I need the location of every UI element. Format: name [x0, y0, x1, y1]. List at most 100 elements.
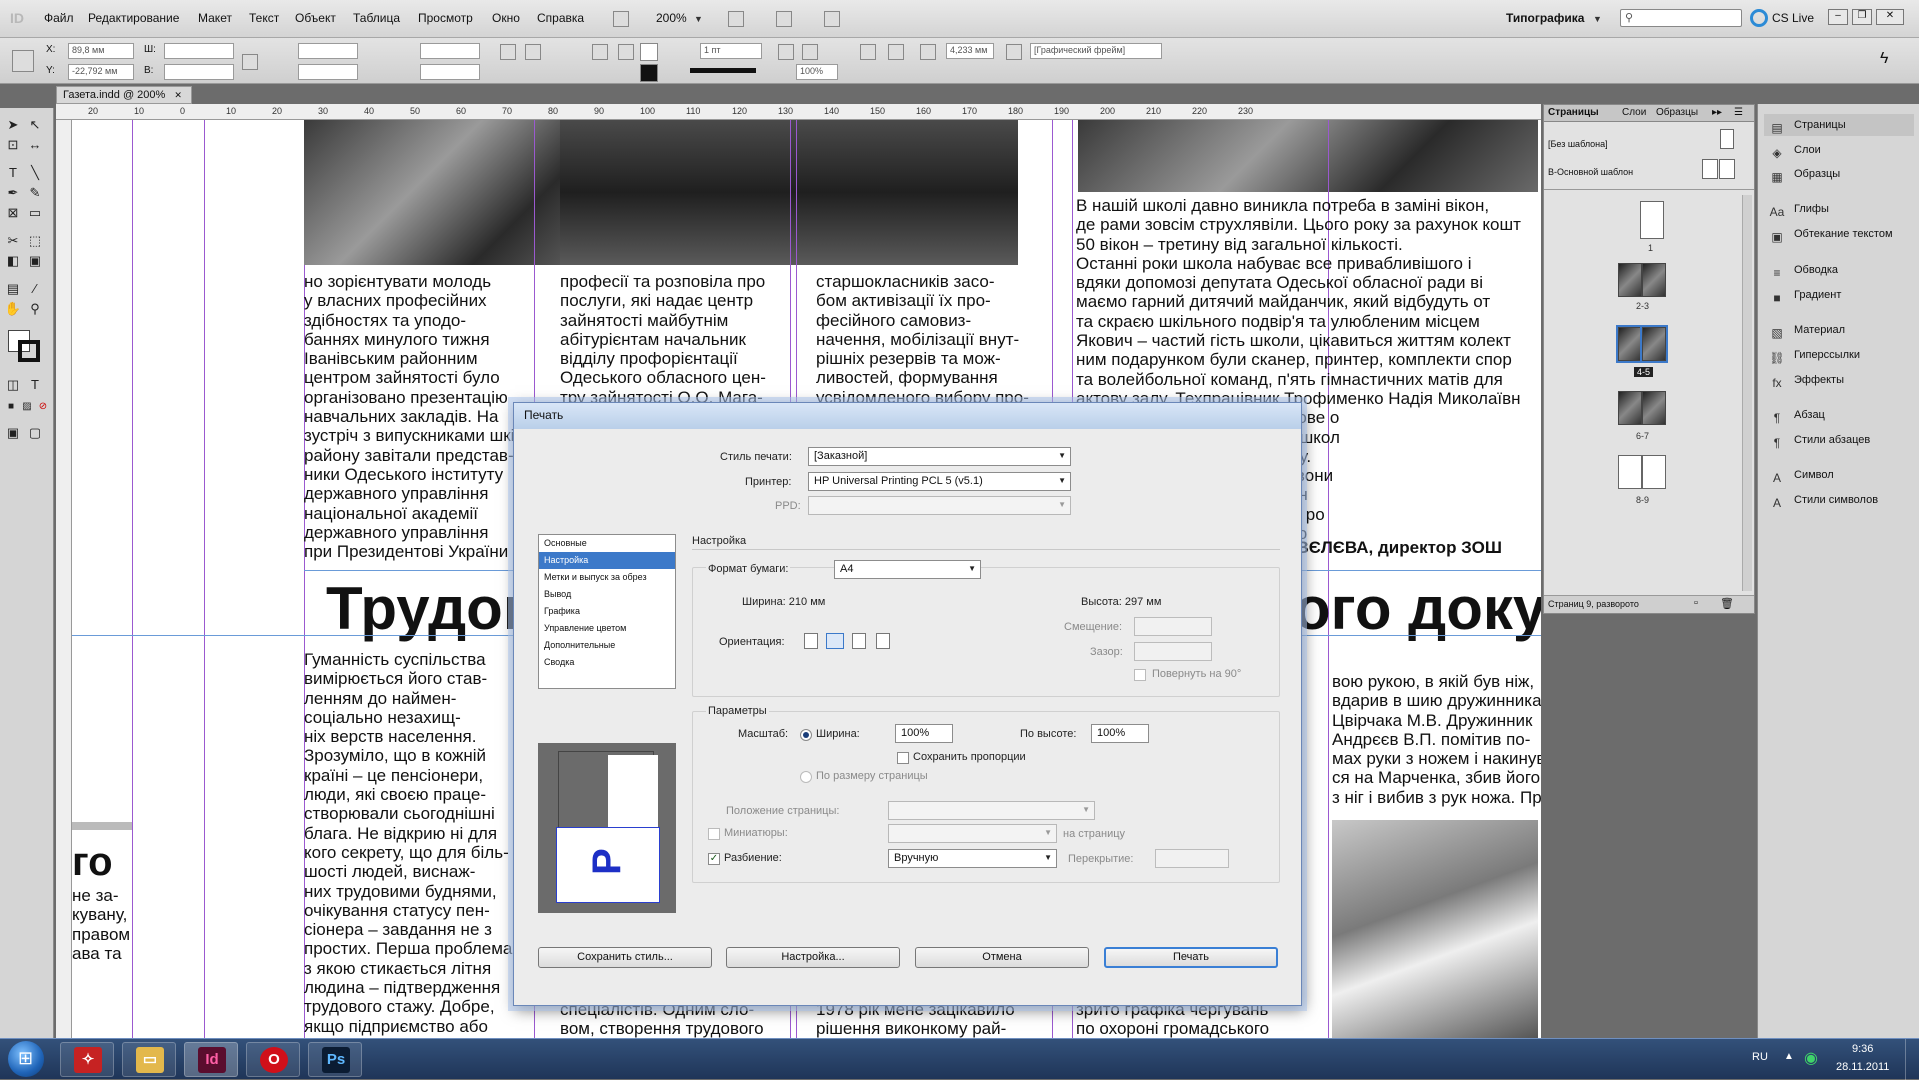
type-tool-icon[interactable]: T	[4, 164, 22, 182]
cs-live-link[interactable]: CS Live	[1772, 11, 1814, 25]
shear-field[interactable]	[420, 64, 480, 80]
fit-page-radio[interactable]	[800, 771, 812, 783]
article-column-2[interactable]: професії та розповіла про послуги, які на…	[560, 272, 792, 412]
restore-button[interactable]: ❐	[1852, 9, 1872, 25]
dock-item-6[interactable]: ■ Градиент	[1764, 284, 1914, 306]
gap-field[interactable]	[1134, 642, 1212, 661]
formatting-container-icon[interactable]: ◫	[4, 376, 22, 394]
overlap-field[interactable]	[1155, 849, 1229, 868]
dock-item-3[interactable]: Aa Глифы	[1764, 198, 1914, 220]
photo-school-event[interactable]	[1078, 120, 1538, 192]
keep-ratio-checkbox[interactable]	[897, 752, 909, 764]
print-style-select[interactable]: [Заказной] ▼	[808, 447, 1071, 466]
workspace-switcher[interactable]: Типографика	[1506, 11, 1584, 25]
tile-select[interactable]: Вручную ▼	[888, 849, 1057, 868]
photo-flowers[interactable]	[560, 120, 1018, 265]
master-none-thumb[interactable]	[1720, 129, 1734, 149]
stroke-color-swatch[interactable]	[18, 340, 40, 362]
setup-button[interactable]: Настройка...	[726, 947, 900, 968]
flip-horizontal-icon[interactable]	[592, 44, 608, 60]
page-thumb-7[interactable]	[1642, 391, 1666, 425]
preview-mode-icon[interactable]: ▢	[26, 424, 44, 442]
formatting-text-icon[interactable]: T	[26, 376, 44, 394]
page-thumb-1[interactable]	[1640, 201, 1664, 239]
tile-checkbox[interactable]: ✓	[708, 853, 720, 865]
eyedropper-tool-icon[interactable]: ⁄	[26, 280, 44, 298]
photo-archive-woman[interactable]	[1332, 820, 1538, 1038]
rotate-cw-icon[interactable]	[500, 44, 516, 60]
hand-tool-icon[interactable]: ✋	[4, 300, 22, 318]
category-item[interactable]: Сводка	[539, 654, 675, 671]
scale-width-field[interactable]: 100%	[895, 724, 953, 743]
print-button[interactable]: Печать	[1104, 947, 1278, 968]
master-a[interactable]: В-Основной шаблон	[1548, 167, 1633, 177]
tab-swatches[interactable]: Образцы	[1656, 107, 1698, 118]
offset-field[interactable]	[1134, 617, 1212, 636]
chevron-down-icon[interactable]: ▼	[1593, 14, 1602, 24]
menu-layout[interactable]: Макет	[198, 11, 232, 25]
document-tab[interactable]: Газета.indd @ 200% ✕	[56, 86, 192, 104]
lightning-icon[interactable]: ϟ	[1880, 50, 1888, 68]
menu-view[interactable]: Просмотр	[418, 11, 473, 25]
taskbar-photoshop[interactable]: Ps	[308, 1042, 362, 1077]
menu-file[interactable]: Файл	[44, 11, 74, 25]
dock-item-0[interactable]: ▤ Страницы	[1764, 114, 1914, 136]
rotate-ccw-icon[interactable]	[525, 44, 541, 60]
new-page-icon[interactable]: ▫	[1694, 597, 1698, 609]
stroke-swatch[interactable]	[640, 64, 658, 82]
dock-item-9[interactable]: fx Эффекты	[1764, 369, 1914, 391]
distribute-icon[interactable]	[888, 44, 904, 60]
taskbar-explorer[interactable]: ▭	[122, 1042, 176, 1077]
gradient-feather-tool-icon[interactable]: ▣	[26, 252, 44, 270]
category-list[interactable]: Основные Настройка Метки и выпуск за обрез…	[538, 534, 676, 689]
menu-object[interactable]: Объект	[295, 11, 336, 25]
drop-shadow-icon[interactable]	[778, 44, 794, 60]
pencil-tool-icon[interactable]: ✎	[26, 184, 44, 202]
arrange-docs-icon[interactable]	[824, 11, 840, 27]
dock-item-1[interactable]: ◈ Слои	[1764, 139, 1914, 161]
tab-pages[interactable]: Страницы	[1548, 107, 1599, 118]
tray-arrow-icon[interactable]: ▲	[1784, 1051, 1794, 1062]
bridge-icon[interactable]	[613, 11, 629, 27]
view-options-icon[interactable]	[728, 11, 744, 27]
constrain-proportions-icon[interactable]	[242, 54, 258, 70]
fill-swatch[interactable]	[640, 43, 658, 61]
page-position-select[interactable]: ▼	[888, 801, 1095, 820]
landscape-icon[interactable]	[826, 633, 844, 649]
article-column-3[interactable]: старшокласників засо-бом активізації їх …	[816, 272, 1052, 412]
article-column-bottom-1[interactable]: Гуманність суспільства вимірюється його с…	[304, 650, 534, 1038]
thumbnails-checkbox[interactable]	[708, 828, 720, 840]
rotate-checkbox[interactable]	[1134, 669, 1146, 681]
direct-selection-tool-icon[interactable]: ↖	[26, 116, 44, 134]
apply-none-icon[interactable]: ⊘	[34, 398, 52, 416]
cancel-button[interactable]: Отмена	[915, 947, 1089, 968]
clock-date[interactable]: 28.11.2011	[1836, 1061, 1889, 1073]
page-thumb-5[interactable]	[1640, 325, 1668, 363]
flip-vertical-icon[interactable]	[618, 44, 634, 60]
dock-item-4[interactable]: ▣ Обтекание текстом	[1764, 223, 1914, 245]
dock-item-8[interactable]: ⛓ Гиперссылки	[1764, 344, 1914, 366]
line-tool-icon[interactable]: ╲	[26, 164, 44, 182]
gradient-tool-icon[interactable]: ◧	[4, 252, 22, 270]
far-left-column[interactable]: го не за-кувану, правом ава та	[72, 838, 132, 1038]
delete-page-icon[interactable]: 🗑	[1720, 597, 1734, 610]
zoom-level[interactable]: 200%	[656, 11, 687, 25]
language-indicator[interactable]: RU	[1752, 1051, 1768, 1063]
panel-menu-icon[interactable]: ☰	[1734, 107, 1743, 118]
search-input[interactable]: ⚲	[1620, 9, 1742, 27]
taskbar-opera[interactable]: O	[246, 1042, 300, 1077]
dock-item-13[interactable]: A Стили символов	[1764, 489, 1914, 511]
category-item[interactable]: Метки и выпуск за обрез	[539, 569, 675, 586]
menu-help[interactable]: Справка	[537, 11, 584, 25]
printer-select[interactable]: HP Universal Printing PCL 5 (v5.1) ▼	[808, 472, 1071, 491]
w-field[interactable]	[164, 43, 234, 59]
align-icon[interactable]	[860, 44, 876, 60]
minimize-button[interactable]: –	[1828, 9, 1848, 25]
h-field[interactable]	[164, 64, 234, 80]
close-icon[interactable]: ✕	[174, 90, 182, 100]
scale-y-field[interactable]	[298, 64, 358, 80]
save-style-button[interactable]: Сохранить стиль...	[538, 947, 712, 968]
rectangle-tool-icon[interactable]: ▭	[26, 204, 44, 222]
stroke-type-preview[interactable]	[690, 68, 756, 73]
dock-item-11[interactable]: ¶ Стили абзацев	[1764, 429, 1914, 451]
